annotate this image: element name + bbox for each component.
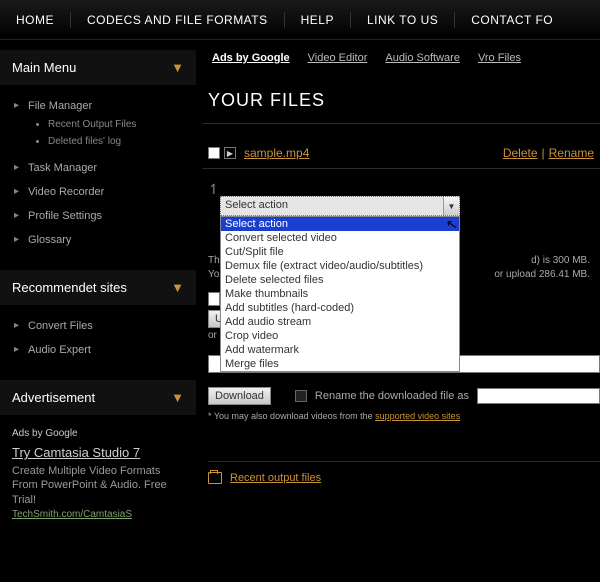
- dropdown-option[interactable]: Make thumbnails: [221, 287, 459, 301]
- rename-checkbox[interactable]: [295, 390, 307, 402]
- dropdown-option[interactable]: Convert selected video: [221, 231, 459, 245]
- main-menu-header[interactable]: Main Menu ▼: [0, 50, 196, 86]
- ad-url[interactable]: TechSmith.com/CamtasiaS: [12, 509, 184, 520]
- dropdown-option[interactable]: Delete selected files: [221, 273, 459, 287]
- action-select-value: Select action: [225, 199, 288, 211]
- chevron-down-icon: ▼: [171, 60, 184, 75]
- sidebar-item-video-recorder[interactable]: Video Recorder: [14, 180, 196, 204]
- info-text-1-suffix: d) is 300 MB.: [531, 254, 600, 268]
- file-name-link[interactable]: sample.mp4: [244, 146, 309, 160]
- dropdown-option[interactable]: Crop video: [221, 329, 459, 343]
- nav-home[interactable]: HOME: [0, 13, 70, 27]
- chevron-down-icon: ▼: [171, 390, 184, 405]
- ads-by-google-top[interactable]: Ads by Google: [212, 52, 290, 64]
- rename-input[interactable]: [477, 388, 600, 404]
- sidebar-subitem-deleted-log[interactable]: Deleted files' log: [48, 133, 196, 150]
- dropdown-option[interactable]: Select action: [221, 217, 459, 231]
- upload-field-left[interactable]: [208, 292, 220, 306]
- chevron-down-icon: ▼: [171, 280, 184, 295]
- sidebar-subitem-recent-output[interactable]: Recent Output Files: [48, 116, 196, 133]
- main-menu-label: Main Menu: [12, 60, 76, 75]
- page-title: YOUR FILES: [202, 72, 600, 124]
- info-text-2-suffix: or upload 286.41 MB.: [494, 268, 600, 282]
- ads-link-video-editor[interactable]: Video Editor: [308, 52, 368, 64]
- ads-link-audio-software[interactable]: Audio Software: [385, 52, 460, 64]
- advertisement-header[interactable]: Advertisement ▼: [0, 380, 196, 416]
- dropdown-option[interactable]: Add watermark: [221, 343, 459, 357]
- file-delete-link[interactable]: Delete: [503, 146, 538, 160]
- separator: |: [542, 146, 545, 160]
- dropdown-option[interactable]: Demux file (extract video/audio/subtitle…: [221, 259, 459, 273]
- nav-contact[interactable]: CONTACT FO: [455, 13, 569, 27]
- rename-label: Rename the downloaded file as: [315, 390, 469, 402]
- action-select[interactable]: Select action ▼: [220, 196, 460, 216]
- sidebar-item-task-manager[interactable]: Task Manager: [14, 156, 196, 180]
- nav-link-to-us[interactable]: LINK TO US: [351, 13, 454, 27]
- folder-icon: [208, 472, 222, 484]
- dropdown-option[interactable]: Cut/Split file: [221, 245, 459, 259]
- recommended-label: Recommendet sites: [12, 280, 127, 295]
- nav-help[interactable]: HELP: [285, 13, 350, 27]
- action-dropdown: Select action Convert selected video Cut…: [220, 216, 460, 372]
- recommended-header[interactable]: Recommendet sites ▼: [0, 270, 196, 306]
- dropdown-option[interactable]: Merge files: [221, 357, 459, 371]
- play-icon[interactable]: ▶: [224, 147, 236, 159]
- supported-sites-link[interactable]: supported video sites: [375, 411, 460, 421]
- recent-output-files-link[interactable]: Recent output files: [230, 472, 321, 484]
- dropdown-arrow-icon[interactable]: ▼: [443, 197, 459, 215]
- sidebar-item-file-manager[interactable]: File Manager Recent Output Files Deleted…: [14, 94, 196, 156]
- file-checkbox[interactable]: [208, 147, 220, 159]
- ads-by-google-label[interactable]: Ads by Google: [12, 428, 184, 439]
- advertisement-label: Advertisement: [12, 390, 95, 405]
- sidebar-item-label: File Manager: [28, 100, 92, 112]
- divider: [208, 461, 600, 462]
- sidebar-item-glossary[interactable]: Glossary: [14, 228, 196, 252]
- ad-description: Create Multiple Video Formats From Power…: [12, 464, 184, 507]
- download-button[interactable]: Download: [208, 387, 271, 405]
- dropdown-option[interactable]: Add subtitles (hard-coded): [221, 301, 459, 315]
- ads-link-vro-files[interactable]: Vro Files: [478, 52, 521, 64]
- file-rename-link[interactable]: Rename: [549, 146, 594, 160]
- sidebar-item-profile-settings[interactable]: Profile Settings: [14, 204, 196, 228]
- ad-title-link[interactable]: Try Camtasia Studio 7: [12, 445, 184, 460]
- note-text: You may also download videos from the: [214, 411, 373, 421]
- dropdown-option[interactable]: Add audio stream: [221, 315, 459, 329]
- asterisk: *: [208, 411, 212, 421]
- sidebar-item-audio-expert[interactable]: Audio Expert: [14, 338, 196, 362]
- nav-codecs[interactable]: CODECS AND FILE FORMATS: [71, 13, 284, 27]
- sidebar-item-convert-files[interactable]: Convert Files: [14, 314, 196, 338]
